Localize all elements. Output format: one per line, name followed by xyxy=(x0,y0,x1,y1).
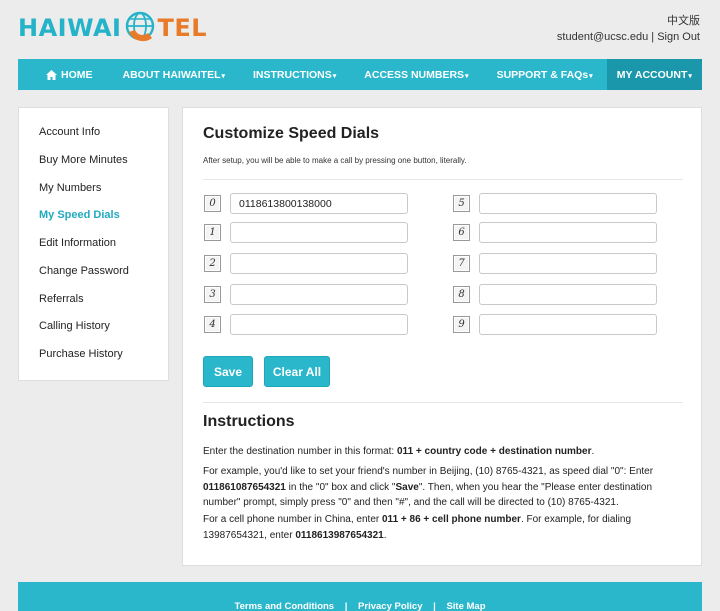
text: in the "0" box and click " xyxy=(285,481,396,493)
home-icon xyxy=(46,69,57,80)
dial-key-label: 1 xyxy=(204,224,221,241)
sidebar-item-change-password[interactable]: Change Password xyxy=(39,265,129,277)
speed-dial-row: 9 xyxy=(453,314,657,335)
chevron-down-icon: ▾ xyxy=(589,72,593,80)
chevron-down-icon: ▾ xyxy=(465,72,469,80)
divider xyxy=(203,402,683,403)
format-text: 011 + country code + destination number xyxy=(397,446,592,457)
separator: | xyxy=(651,31,655,43)
speed-dial-input-2[interactable] xyxy=(230,253,408,274)
sidebar-item-buy-minutes[interactable]: Buy More Minutes xyxy=(39,154,128,166)
nav-account-label: MY ACCOUNT xyxy=(616,68,688,81)
speed-dial-input-8[interactable] xyxy=(479,284,657,305)
clear-all-button[interactable]: Clear All xyxy=(264,356,330,387)
nav-access-numbers[interactable]: ACCESS NUMBERS ▾ xyxy=(350,59,482,90)
user-line: student@ucsc.edu | Sign Out xyxy=(557,31,700,43)
text: For a cell phone number in China, enter xyxy=(203,514,382,525)
nav-support[interactable]: SUPPORT & FAQs ▾ xyxy=(483,59,607,90)
nav-about[interactable]: ABOUT HAIWAITEL ▾ xyxy=(109,59,240,90)
logo-text-tel: TEL xyxy=(157,14,208,42)
text: . xyxy=(383,529,387,541)
nav-support-label: SUPPORT & FAQs xyxy=(496,68,589,81)
footer-link-sitemap[interactable]: Site Map xyxy=(446,601,485,611)
user-email: student@ucsc.edu xyxy=(556,31,649,43)
speed-dial-row: 2 xyxy=(204,253,408,274)
chevron-down-icon: ▾ xyxy=(221,72,226,80)
divider xyxy=(203,179,683,180)
example-number: 0118613987654321 xyxy=(295,529,384,541)
dial-key-label: 8 xyxy=(453,286,470,303)
instructions-paragraph-2: For example, you'd like to set your frie… xyxy=(203,464,673,511)
save-button[interactable]: Save xyxy=(203,356,253,387)
instructions-paragraph-1: Enter the destination number in this for… xyxy=(203,444,673,460)
main-panel: Customize Speed Dials After setup, you w… xyxy=(182,107,702,566)
dial-key-label: 9 xyxy=(453,316,470,333)
speed-dial-row: 0 xyxy=(204,193,408,214)
instructions-paragraph-3: For a cell phone number in China, enter … xyxy=(203,512,673,543)
sidebar-item-purchase-history[interactable]: Purchase History xyxy=(39,348,123,360)
nav-access-label: ACCESS NUMBERS xyxy=(364,68,465,81)
format-text: 011 + 86 + cell phone number xyxy=(382,514,521,525)
sidebar-item-calling-history[interactable]: Calling History xyxy=(39,320,110,332)
instructions-heading: Instructions xyxy=(203,413,295,430)
main-nav: HOME ABOUT HAIWAITEL ▾ INSTRUCTIONS ▾ ACCE… xyxy=(18,59,702,90)
text: Enter the destination number in this for… xyxy=(203,446,397,457)
save-word: Save xyxy=(395,481,419,493)
footer-separator: | xyxy=(433,601,436,611)
logo[interactable]: HAIWAI TEL xyxy=(18,10,207,46)
speed-dial-input-1[interactable] xyxy=(230,222,408,243)
sidebar-item-my-numbers[interactable]: My Numbers xyxy=(39,182,101,194)
speed-dial-row: 1 xyxy=(204,222,408,243)
sidebar-item-edit-info[interactable]: Edit Information xyxy=(39,237,116,249)
dial-key-label: 2 xyxy=(204,255,221,272)
logo-text-haiwai: HAIWAI xyxy=(18,14,122,42)
footer-separator: | xyxy=(344,601,348,611)
footer: Terms and Conditions | Privacy Policy | … xyxy=(18,582,702,611)
speed-dial-row: 7 xyxy=(453,253,657,274)
account-sidebar: Account Info Buy More Minutes My Numbers… xyxy=(18,107,169,381)
speed-dial-input-0[interactable] xyxy=(230,193,408,214)
phone-globe-icon xyxy=(125,11,154,42)
speed-dial-input-5[interactable] xyxy=(479,193,657,214)
speed-dial-row: 3 xyxy=(204,284,408,305)
sidebar-item-account-info[interactable]: Account Info xyxy=(39,126,100,138)
page-title: Customize Speed Dials xyxy=(203,125,380,142)
speed-dial-row: 6 xyxy=(453,222,657,243)
footer-links: Terms and Conditions | Privacy Policy | … xyxy=(18,601,702,611)
chevron-down-icon: ▾ xyxy=(332,72,337,80)
nav-home[interactable]: HOME xyxy=(18,59,109,90)
dial-key-label: 4 xyxy=(204,316,221,333)
speed-dial-row: 5 xyxy=(453,193,657,214)
nav-my-account[interactable]: MY ACCOUNT ▾ xyxy=(606,59,702,90)
dial-key-label: 3 xyxy=(204,286,221,303)
text: . xyxy=(591,446,595,457)
speed-dial-input-3[interactable] xyxy=(230,284,408,305)
speed-dial-row: 8 xyxy=(453,284,657,305)
footer-link-terms[interactable]: Terms and Conditions xyxy=(235,601,335,611)
nav-instructions-label: INSTRUCTIONS xyxy=(253,68,332,81)
speed-dial-row: 4 xyxy=(204,314,408,335)
sign-out-link[interactable]: Sign Out xyxy=(657,31,700,43)
speed-dial-input-6[interactable] xyxy=(479,222,657,243)
nav-home-label: HOME xyxy=(61,68,93,81)
example-number: 011861087654321 xyxy=(203,481,286,493)
sidebar-item-speed-dials[interactable]: My Speed Dials xyxy=(39,209,120,221)
dial-key-label: 7 xyxy=(453,255,470,272)
dial-key-label: 5 xyxy=(453,195,470,212)
text: For example, you'd like to set your frie… xyxy=(203,466,654,477)
speed-dial-input-9[interactable] xyxy=(479,314,657,335)
speed-dial-input-4[interactable] xyxy=(230,314,408,335)
page-subtitle: After setup, you will be able to make a … xyxy=(203,156,467,165)
speed-dial-input-7[interactable] xyxy=(479,253,657,274)
dial-key-label: 0 xyxy=(204,195,221,212)
nav-instructions[interactable]: INSTRUCTIONS ▾ xyxy=(239,59,350,90)
nav-about-label: ABOUT HAIWAITEL xyxy=(122,68,221,81)
header: HAIWAI TEL 中文版 student@ucsc.edu | Sign O… xyxy=(0,0,720,60)
sidebar-item-referrals[interactable]: Referrals xyxy=(39,293,84,305)
language-switch[interactable]: 中文版 xyxy=(667,12,700,28)
chevron-down-icon: ▾ xyxy=(688,72,692,80)
footer-link-privacy[interactable]: Privacy Policy xyxy=(358,601,422,611)
dial-key-label: 6 xyxy=(453,224,470,241)
